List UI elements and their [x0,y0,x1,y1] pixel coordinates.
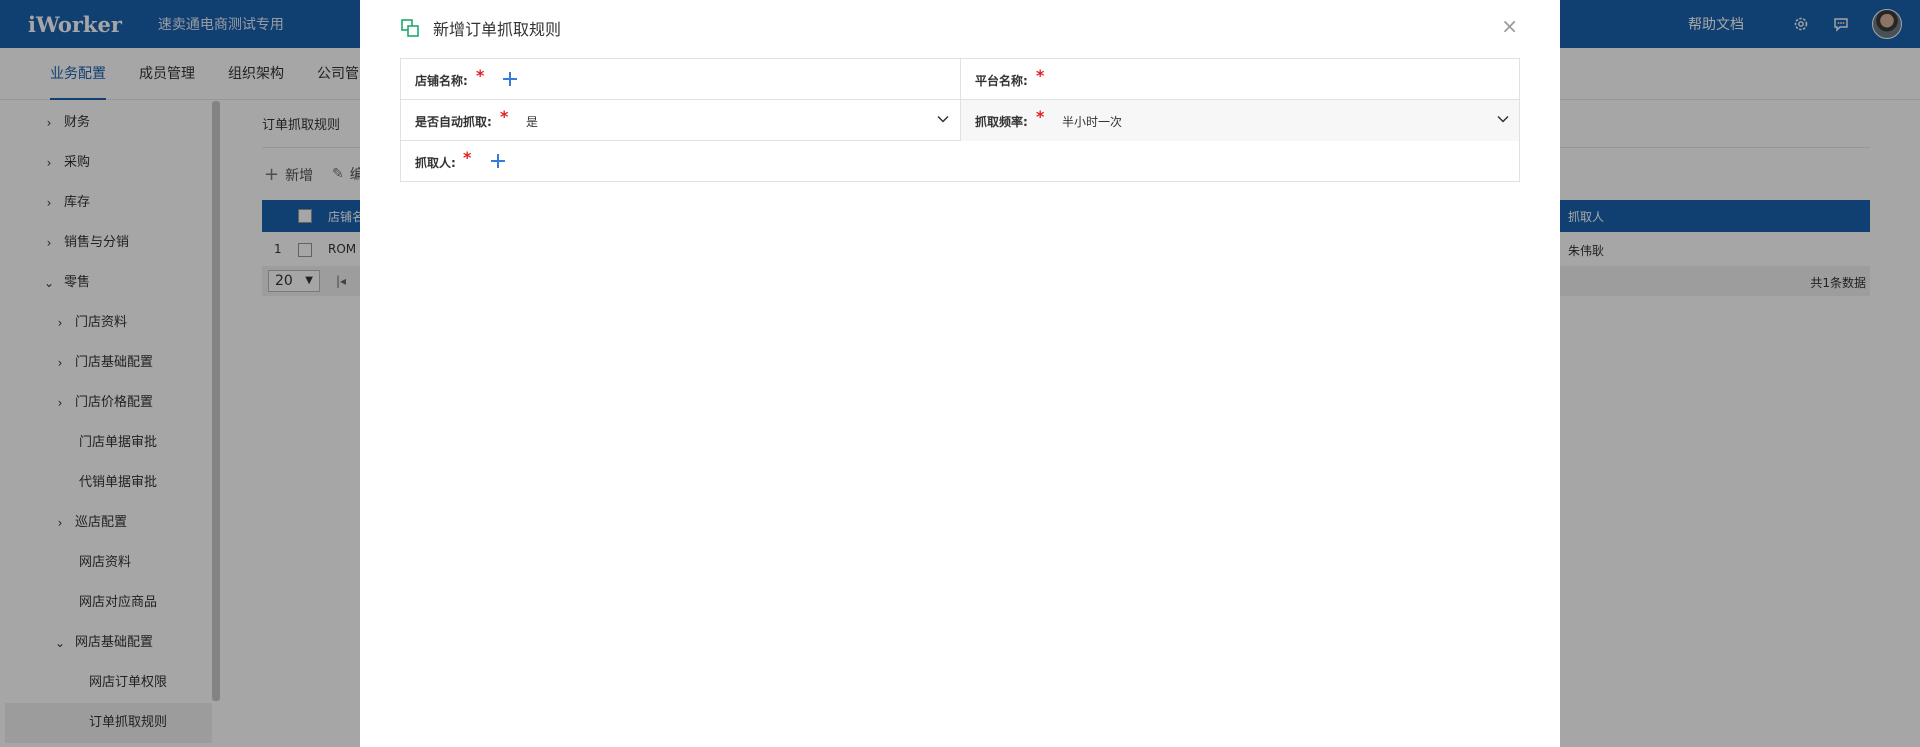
form-row: 是否自动抓取: * 是 抓取频率: * 半小时一次 [401,100,1519,141]
rule-form: 店铺名称: * 平台名称: * 是否自动抓取: * 是 抓取频率: * 半小时一… [400,58,1520,182]
form-row: 抓取人: * [401,141,1519,182]
fetch-frequency-select[interactable]: 抓取频率: * 半小时一次 [960,100,1519,141]
chevron-down-icon [1496,112,1510,126]
add-shop-icon[interactable] [500,69,520,89]
copy-icon [400,18,420,38]
form-row: 店铺名称: * 平台名称: * [401,59,1519,100]
required-mark: * [1036,66,1045,85]
dialog-title: 新增订单抓取规则 [433,20,562,39]
required-mark: * [1036,107,1045,126]
auto-fetch-value: 是 [526,115,539,129]
auto-fetch-label: 是否自动抓取: [415,115,492,129]
fetcher-field: 抓取人: * [401,141,1519,182]
platform-name-field: 平台名称: * [960,59,1519,100]
dialog-header: 新增订单抓取规则 [400,16,561,40]
fetch-frequency-value: 半小时一次 [1062,115,1123,129]
shop-name-field: 店铺名称: * [401,59,960,100]
required-mark: * [463,148,472,167]
platform-name-label: 平台名称: [975,74,1028,88]
add-rule-dialog: 新增订单抓取规则 × 店铺名称: * 平台名称: * 是否自动抓取: * 是 抓… [360,0,1560,747]
required-mark: * [500,107,509,126]
fetch-frequency-label: 抓取频率: [975,115,1028,129]
auto-fetch-select[interactable]: 是否自动抓取: * 是 [401,100,960,141]
required-mark: * [476,66,485,85]
close-icon[interactable]: × [1501,16,1518,36]
add-fetcher-icon[interactable] [488,151,508,171]
fetcher-label: 抓取人: [415,156,456,170]
chevron-down-icon [936,112,950,126]
shop-name-label: 店铺名称: [415,74,468,88]
